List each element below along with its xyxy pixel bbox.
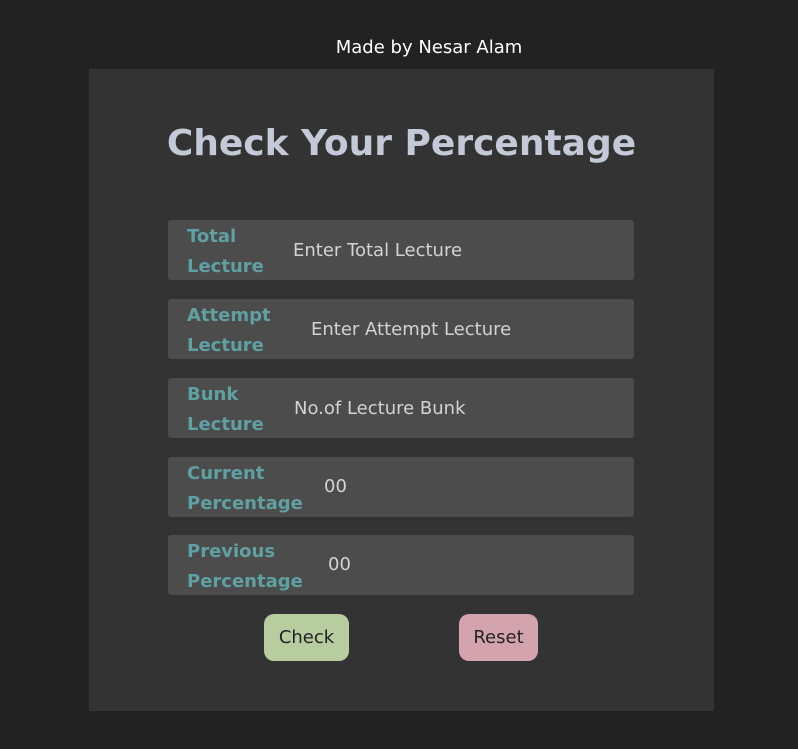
total-lecture-label: Total Lecture xyxy=(187,222,264,282)
bunk-lecture-row: Bunk Lecture xyxy=(168,378,634,438)
percentage-card: Check Your Percentage Total Lecture Atte… xyxy=(89,69,714,711)
bunk-lecture-input[interactable] xyxy=(294,378,624,438)
total-lecture-label-line1: Total xyxy=(187,226,237,247)
current-percentage-label-line2: Percentage xyxy=(187,493,303,514)
previous-percentage-value: 00 xyxy=(328,554,351,575)
credit-text: Made by Nesar Alam xyxy=(335,37,523,58)
previous-percentage-label-line2: Percentage xyxy=(187,571,303,592)
bunk-lecture-label-line1: Bunk xyxy=(187,384,239,405)
attempt-lecture-input[interactable] xyxy=(311,299,624,359)
current-percentage-label-line1: Current xyxy=(187,463,265,484)
bunk-lecture-label: Bunk Lecture xyxy=(187,380,264,440)
previous-percentage-row: Previous Percentage 00 xyxy=(168,535,634,595)
previous-percentage-label: Previous Percentage xyxy=(187,537,303,597)
page: Made by Nesar Alam Check Your Percentage… xyxy=(0,0,798,749)
previous-percentage-label-line1: Previous xyxy=(187,541,276,562)
page-title: Check Your Percentage xyxy=(166,123,637,164)
attempt-lecture-label-line1: Attempt xyxy=(187,305,271,326)
attempt-lecture-row: Attempt Lecture xyxy=(168,299,634,359)
bunk-lecture-label-line2: Lecture xyxy=(187,414,264,435)
check-button[interactable]: Check xyxy=(264,614,349,661)
total-lecture-row: Total Lecture xyxy=(168,220,634,280)
current-percentage-row: Current Percentage 00 xyxy=(168,457,634,517)
total-lecture-input[interactable] xyxy=(293,220,624,280)
attempt-lecture-label: Attempt Lecture xyxy=(187,301,271,361)
total-lecture-label-line2: Lecture xyxy=(187,256,264,277)
attempt-lecture-label-line2: Lecture xyxy=(187,335,264,356)
reset-button[interactable]: Reset xyxy=(459,614,538,661)
current-percentage-label: Current Percentage xyxy=(187,459,303,519)
current-percentage-value: 00 xyxy=(324,476,347,497)
